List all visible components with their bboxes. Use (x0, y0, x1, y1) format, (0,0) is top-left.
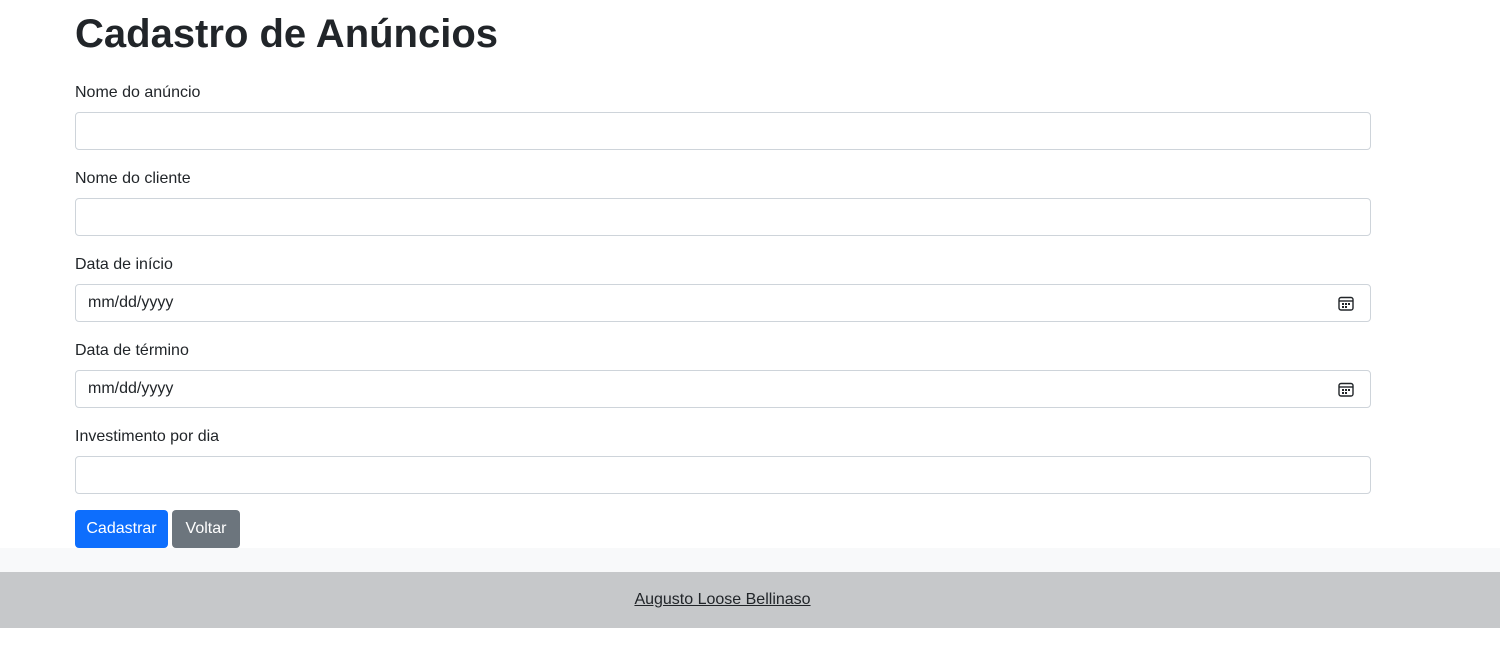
page: Cadastro de Anúncios Nome do anúncio Nom… (0, 0, 1500, 653)
daily-investment-input[interactable] (75, 456, 1371, 494)
content-bottom-band (0, 548, 1500, 572)
calendar-icon[interactable] (1337, 380, 1355, 398)
daily-investment-label: Investimento por dia (75, 428, 220, 445)
client-name-label: Nome do cliente (75, 170, 191, 187)
start-date-label: Data de início (75, 256, 173, 273)
calendar-icon[interactable] (1337, 294, 1355, 312)
end-date-value: mm/dd/yyyy (88, 380, 174, 397)
end-date-input[interactable]: mm/dd/yyyy (75, 370, 1371, 408)
start-date-input[interactable]: mm/dd/yyyy (75, 284, 1371, 322)
ad-name-input[interactable] (75, 112, 1371, 150)
footer: Augusto Loose Bellinaso (0, 572, 1500, 628)
ad-name-label: Nome do anúncio (75, 84, 201, 101)
end-date-label: Data de término (75, 342, 189, 359)
submit-button[interactable]: Cadastrar (75, 510, 168, 548)
page-title: Cadastro de Anúncios (75, 12, 499, 56)
client-name-input[interactable] (75, 198, 1371, 236)
start-date-value: mm/dd/yyyy (88, 294, 174, 311)
author-link[interactable]: Augusto Loose Bellinaso (634, 591, 810, 609)
back-button[interactable]: Voltar (172, 510, 240, 548)
